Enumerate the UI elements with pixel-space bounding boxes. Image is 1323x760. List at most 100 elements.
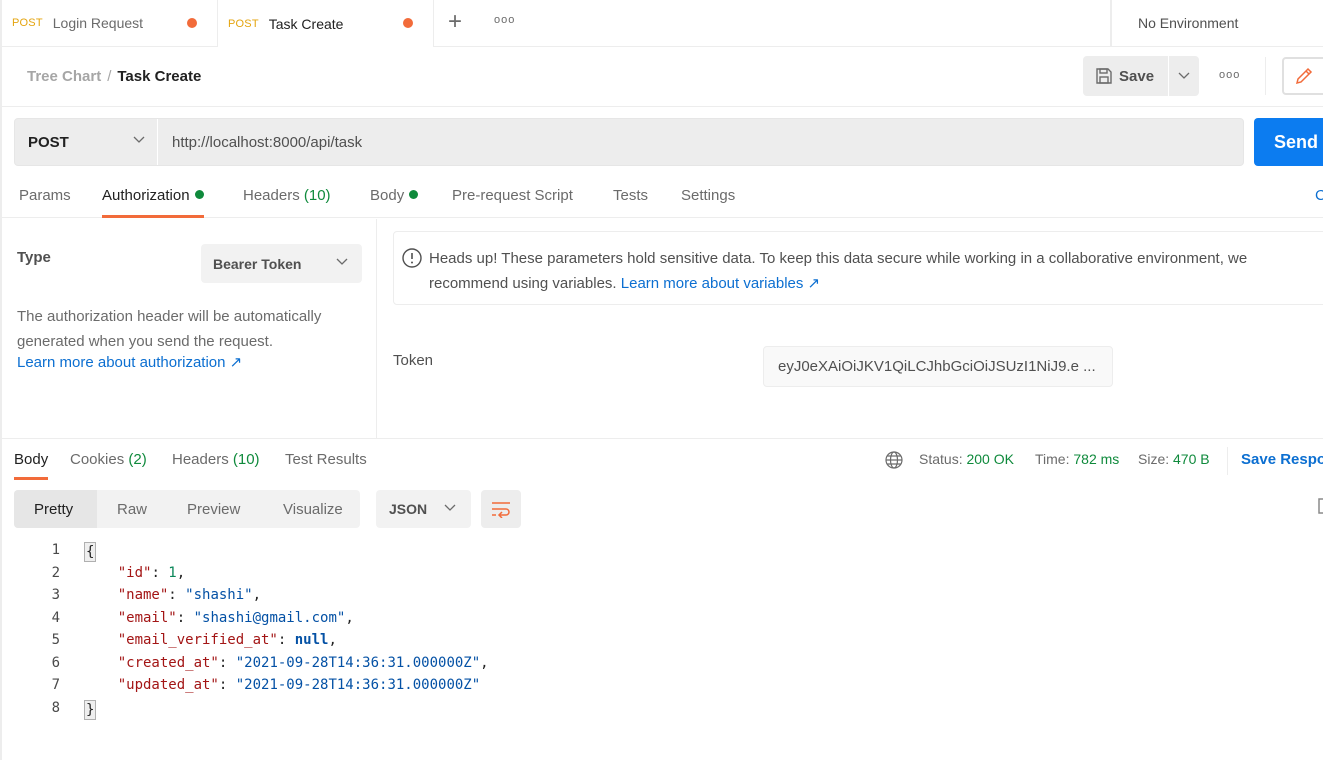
tab-label: Pre-request Script [452,187,573,204]
tab-label: Headers [172,451,229,468]
tab-label: Authorization [102,187,190,204]
send-button[interactable]: Send [1254,118,1323,166]
line-number: 7 [51,677,60,693]
line-number: 1 [51,542,60,558]
method-value: POST [28,133,69,151]
status-dot-icon [194,190,204,199]
time-value: 782 ms [1073,451,1120,467]
tab-body[interactable]: Body [370,187,419,218]
tab-params[interactable]: Params [19,187,71,218]
line-number: 3 [51,587,60,603]
tab-method: POST [228,17,259,30]
learn-more-variables-link[interactable]: Learn more about variables ↗ [621,275,820,292]
method-select[interactable]: POST [15,119,158,165]
code-text: "name": "shashi", [84,587,261,603]
unsaved-dot-icon [187,18,197,28]
code-token: null [294,632,329,648]
wrap-lines-icon [492,502,510,518]
breadcrumb-current[interactable]: Task Create [117,68,201,85]
code-token: , [252,587,262,603]
environment-selector[interactable]: No Environment [1110,0,1323,46]
tab-label: Body [370,187,405,204]
status-value: 200 OK [966,451,1014,467]
tab-method: POST [12,17,43,29]
token-input[interactable]: eyJ0eXAiOiJKV1QiLCJhbGciOiJSUzI1NiJ9.e .… [763,346,1113,387]
plus-icon[interactable]: + [448,8,462,36]
save-response-button[interactable]: Save Respo [1241,451,1323,468]
globe-icon[interactable] [884,450,904,470]
response-tab-headers[interactable]: Headers (10) [172,451,260,480]
status-readout[interactable]: Status: 200 OK [919,451,1014,467]
learn-more-authorization-link[interactable]: Learn more about authorization ↗ [17,353,242,371]
tab-login-request[interactable]: POST Login Request [2,0,218,46]
tab-pre-request-script[interactable]: Pre-request Script [452,187,573,218]
size-readout[interactable]: Size: 470 B [1138,451,1210,467]
tab-label: Login Request [52,15,144,31]
url-bar: POST [14,118,1244,166]
response-tab-cookies[interactable]: Cookies (2) [70,451,147,480]
format-select[interactable]: JSON [376,490,471,528]
ellipsis-icon[interactable]: ooo [494,14,515,26]
code-token: 1 [168,564,177,581]
ellipsis-icon[interactable]: ooo [1219,69,1240,81]
tab-label: Headers [243,187,300,204]
response-tab-body[interactable]: Body [14,451,49,480]
fold-brace[interactable]: } [84,699,97,720]
wrap-lines-button[interactable] [481,490,521,528]
environment-label: No Environment [1138,15,1239,31]
request-header: Tree Chart / Task Create Save ooo [2,47,1323,107]
notice-text: Heads up! These parameters hold sensitiv… [429,246,1323,296]
chevron-down-icon [336,258,348,265]
auth-type-panel: Type Bearer Token The authorization head… [2,219,377,439]
view-visualize[interactable]: Visualize [283,490,343,528]
breadcrumb-parent[interactable]: Tree Chart [27,68,101,85]
tab-authorization[interactable]: Authorization [102,187,204,218]
time-readout[interactable]: Time: 782 ms [1035,451,1119,467]
code-token: "name" [117,587,169,603]
code-text: { [84,542,97,562]
floppy-icon [1096,68,1112,84]
time-label: Time: [1035,451,1070,467]
cookies-link[interactable]: C [1315,187,1323,204]
code-token: : [176,609,194,626]
copy-icon[interactable] [1318,498,1323,516]
save-options-button[interactable] [1169,56,1199,96]
url-input[interactable] [172,119,1232,165]
fold-brace[interactable]: { [84,542,97,562]
code-text: "id": 1, [84,565,185,581]
code-token: : [151,564,169,581]
divider [1227,447,1228,475]
tab-label: Test Results [285,451,367,468]
tab-tests[interactable]: Tests [613,187,648,218]
format-value: JSON [389,501,428,517]
view-label: Raw [117,500,148,518]
tab-label: Task Create [268,15,344,32]
tab-label: Body [14,451,49,468]
edit-button[interactable] [1282,57,1323,95]
code-text: "email_verified_at": null, [84,632,337,648]
tab-count: (2) [128,451,147,468]
code-token: , [480,654,489,671]
code-token: "updated_at" [117,677,219,693]
view-label: Visualize [283,500,343,518]
line-number: 4 [51,609,60,626]
auth-type-select[interactable]: Bearer Token [201,244,362,283]
code-token: , [345,609,354,626]
code-token: "shashi@gmail.com" [193,609,346,626]
view-raw[interactable]: Raw [117,490,147,528]
response-tab-test-results[interactable]: Test Results [285,451,367,480]
tab-settings[interactable]: Settings [681,187,735,218]
tab-headers[interactable]: Headers (10) [243,187,331,218]
view-pretty[interactable]: Pretty [14,490,97,528]
status-dot-icon [409,190,419,199]
save-button[interactable]: Save [1083,56,1168,96]
code-text: "created_at": "2021-09-28T14:36:31.00000… [84,655,489,671]
send-label: Send [1274,131,1319,152]
tab-task-create[interactable]: POST Task Create [218,0,434,47]
tab-label: Params [19,187,71,204]
view-preview[interactable]: Preview [187,490,240,528]
